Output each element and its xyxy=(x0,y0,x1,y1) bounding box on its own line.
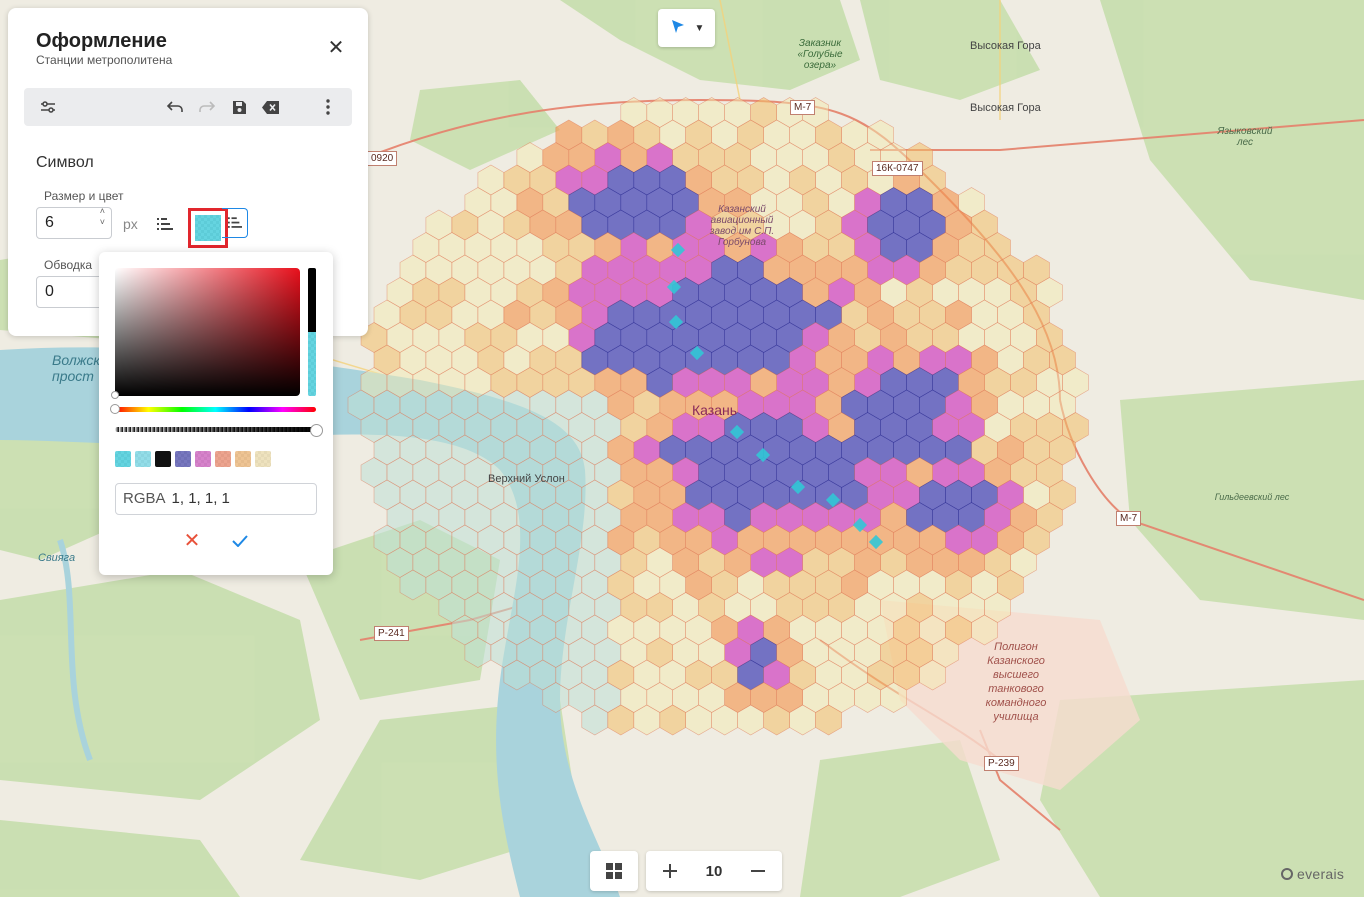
rgba-value: 1, 1, 1, 1 xyxy=(171,490,230,507)
redo-icon xyxy=(199,101,216,112)
swatch-2[interactable] xyxy=(135,451,151,467)
place-label: Волжско прост xyxy=(52,352,108,384)
zoom-level: 10 xyxy=(705,863,723,880)
stepper-icon[interactable]: ˄ ˅ xyxy=(100,206,105,228)
city-label: Казань xyxy=(692,402,738,418)
place-label: Верхний Услон xyxy=(488,473,565,485)
panel-toolbar xyxy=(24,88,352,126)
swatch-4[interactable] xyxy=(175,451,191,467)
confirm-button[interactable] xyxy=(229,530,251,552)
size-unit: px xyxy=(123,216,138,232)
save-button[interactable] xyxy=(229,97,249,117)
more-vertical-icon xyxy=(326,99,330,115)
hue-slider[interactable] xyxy=(115,407,316,412)
zoom-in-button[interactable] xyxy=(658,859,682,883)
close-button[interactable]: ✕ xyxy=(326,38,346,58)
settings-button[interactable] xyxy=(38,97,58,117)
plus-icon xyxy=(663,864,677,878)
check-icon xyxy=(232,535,248,547)
color-cursor[interactable] xyxy=(111,391,119,399)
place-label: Высокая Гора xyxy=(970,40,1041,52)
cancel-button[interactable]: ✕ xyxy=(181,530,203,552)
place-label: Заказник «Голубые озера» xyxy=(797,38,843,71)
list-scale-icon xyxy=(227,217,242,228)
close-icon: ✕ xyxy=(327,37,345,59)
undo-icon xyxy=(166,101,183,112)
size-color-label: Размер и цвет xyxy=(44,189,124,203)
swatch-8[interactable] xyxy=(255,451,271,467)
rgba-input[interactable]: RGBA 1, 1, 1, 1 xyxy=(115,483,317,515)
list-scale-icon xyxy=(157,217,173,230)
place-label: Высокая Гора xyxy=(970,102,1041,114)
road-label: 0920 xyxy=(367,151,398,166)
place-label: Гильдеевский лес xyxy=(1214,492,1290,502)
swatch-1[interactable] xyxy=(115,451,131,467)
brand-mark-icon xyxy=(1281,868,1293,880)
alpha-slider[interactable] xyxy=(115,427,316,432)
chevron-down-icon: ▼ xyxy=(694,22,705,34)
selection-tool-dropdown[interactable]: ▼ xyxy=(658,9,715,47)
more-menu-button[interactable] xyxy=(318,97,338,117)
close-icon: ✕ xyxy=(183,530,201,552)
size-input[interactable]: 6 ˄ ˅ xyxy=(36,206,112,239)
undo-button[interactable] xyxy=(165,97,185,117)
place-label: Полигон Казанского высшего танкового ком… xyxy=(985,641,1047,723)
place-label: Свияга xyxy=(38,552,76,564)
preset-swatches xyxy=(115,451,271,467)
road-label: М-7 xyxy=(1116,511,1142,526)
grid-icon xyxy=(606,863,622,879)
swatch-5[interactable] xyxy=(195,451,211,467)
hue-slider-handle[interactable] xyxy=(110,404,120,414)
backspace-icon xyxy=(262,100,279,114)
saturation-value-area[interactable] xyxy=(115,268,300,396)
brand-name: everais xyxy=(1297,866,1345,882)
size-scale-button[interactable] xyxy=(156,216,174,232)
opacity-preview-bar[interactable] xyxy=(308,268,316,396)
panel-title: Оформление xyxy=(36,30,167,52)
color-picker-popover: RGBA 1, 1, 1, 1 ✕ xyxy=(99,252,333,575)
panel-subtitle: Станции метрополитена xyxy=(36,53,173,67)
minus-icon xyxy=(751,870,765,872)
swatch-6[interactable] xyxy=(215,451,231,467)
cursor-icon xyxy=(669,17,687,40)
road-label: 16К-0747 xyxy=(872,161,923,176)
color-scale-button[interactable] xyxy=(222,208,248,238)
road-label: Р-241 xyxy=(374,626,409,641)
brand-logo: everais xyxy=(1281,866,1344,882)
stroke-label: Обводка xyxy=(44,258,93,272)
layers-grid-button[interactable] xyxy=(590,851,638,891)
road-label: Р-239 xyxy=(984,756,1019,771)
road-label: М-7 xyxy=(790,100,816,115)
section-title: Символ xyxy=(36,154,94,171)
size-value: 6 xyxy=(45,214,54,231)
color-swatch xyxy=(195,215,221,241)
place-label: Языковский лес xyxy=(1217,126,1273,148)
redo-button[interactable] xyxy=(197,97,217,117)
zoom-out-button[interactable] xyxy=(746,859,770,883)
place-label: Казанский авиационный завод им С.П. Горб… xyxy=(709,204,775,248)
alpha-slider-handle[interactable] xyxy=(310,424,323,437)
save-icon xyxy=(232,100,246,114)
zoom-control: 10 xyxy=(646,851,782,891)
sliders-icon xyxy=(41,101,55,113)
color-format-label: RGBA xyxy=(123,490,166,507)
clear-button[interactable] xyxy=(261,97,281,117)
swatch-7[interactable] xyxy=(235,451,251,467)
color-swatch-fill xyxy=(195,215,221,241)
stroke-value: 0 xyxy=(45,283,54,300)
swatch-3[interactable] xyxy=(155,451,171,467)
